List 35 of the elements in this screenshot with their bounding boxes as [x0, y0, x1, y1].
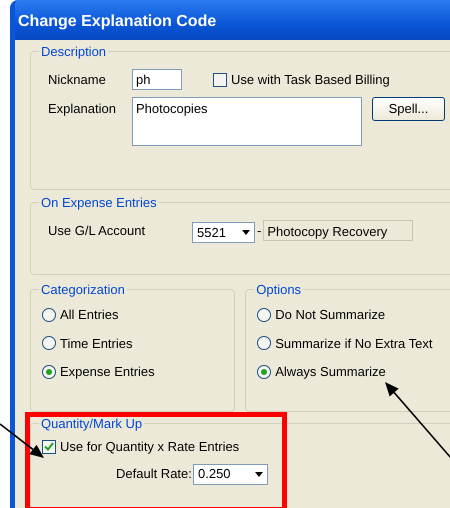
spell-button[interactable]: Spell... [372, 97, 445, 121]
group-label: On Expense Entries [40, 195, 158, 210]
group-label: Categorization [40, 282, 126, 297]
radio-button[interactable] [257, 336, 272, 350]
caret-icon [255, 472, 263, 476]
group-label: Description [40, 44, 108, 59]
radio-button[interactable] [42, 336, 56, 350]
checkbox-label: Use with Task Based Billing [231, 70, 390, 89]
window-title: Change Explanation Code [18, 13, 216, 30]
radio-label: Do Not Summarize [275, 306, 386, 324]
group-label: Quantity/Mark Up [40, 416, 144, 431]
radio-button[interactable] [42, 308, 56, 322]
nickname-field[interactable]: ph [132, 69, 182, 90]
radio-label: All Entries [60, 306, 119, 324]
radio-label: Time Entries [60, 334, 132, 352]
radio-label: Summarize if No Extra Text [275, 334, 433, 352]
group-label: Options [255, 282, 302, 297]
explanation-label: Explanation [48, 100, 117, 118]
rate-dropdown[interactable]: 0.250 [193, 464, 268, 484]
account-label: Use G/L Account [48, 222, 146, 240]
default-rate-label: Default Rate: [116, 465, 193, 484]
explanation-field[interactable]: Photocopies [132, 97, 362, 146]
checkbox[interactable] [213, 72, 227, 86]
radio-label: Always Summarize [275, 363, 386, 381]
nickname-label: Nickname [48, 70, 107, 89]
dash-separator: - [257, 222, 262, 240]
radio-button[interactable] [257, 308, 272, 322]
checkbox-label: Use for Quantity x Rate Entries [60, 438, 240, 456]
checkbox[interactable] [42, 440, 56, 454]
radio-label: Expense Entries [60, 363, 155, 381]
radio-button[interactable] [257, 364, 272, 379]
caret-icon [242, 230, 250, 235]
account-dropdown[interactable]: 5521 [192, 222, 255, 243]
account-name-field: Photocopy Recovery [263, 220, 414, 241]
radio-button[interactable] [42, 364, 56, 379]
